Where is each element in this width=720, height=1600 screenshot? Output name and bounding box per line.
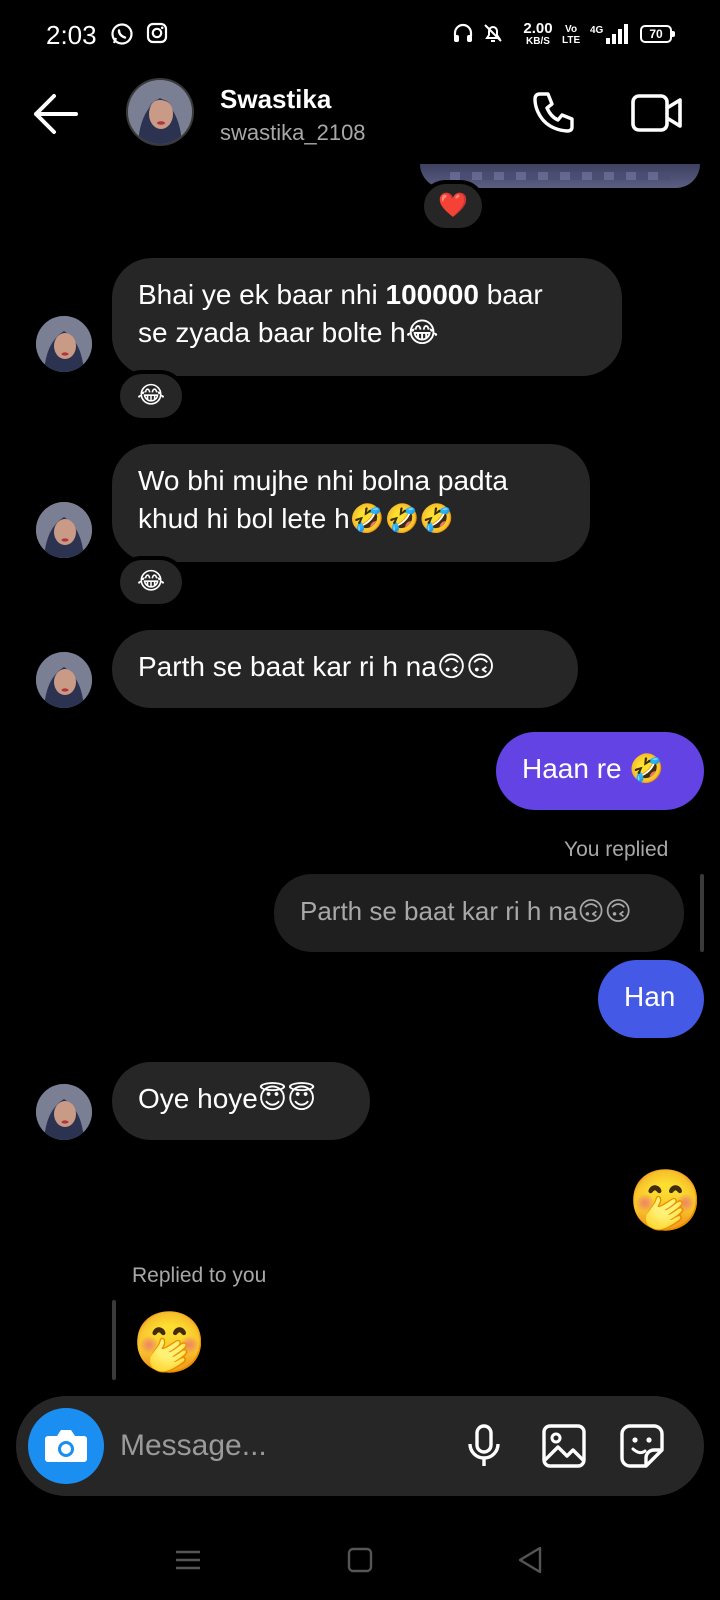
back-button[interactable]	[30, 90, 84, 138]
quote-bar	[112, 1300, 116, 1380]
back-arrow-icon	[34, 94, 78, 134]
sender-avatar[interactable]	[36, 316, 92, 372]
quoted-emoji[interactable]: 🤭	[132, 1308, 207, 1378]
bell-muted-icon	[482, 22, 504, 49]
phone-icon	[533, 92, 574, 133]
contact-username[interactable]: swastika_2108	[220, 120, 366, 146]
camera-button[interactable]	[28, 1408, 104, 1484]
camera-icon	[45, 1430, 87, 1462]
message-input[interactable]	[120, 1420, 440, 1472]
received-message[interactable]: Bhai ye ek baar nhi 100000 baar se zyada…	[112, 258, 622, 376]
laugh-reaction[interactable]: 😂	[116, 370, 186, 422]
video-camera-icon	[631, 94, 682, 132]
sent-message[interactable]: Han	[598, 960, 704, 1038]
quoted-message[interactable]: Parth se baat kar ri h na🙃🙃	[274, 874, 684, 952]
message-composer	[16, 1396, 704, 1496]
received-message[interactable]: Parth se baat kar ri h na🙃🙃	[112, 630, 578, 708]
network-speed: 2.00 KB/S	[523, 20, 553, 47]
svg-text:4G: 4G	[590, 25, 604, 36]
video-call-button[interactable]	[630, 92, 684, 134]
voice-call-button[interactable]	[530, 88, 578, 136]
heart-reaction[interactable]: ❤️	[420, 180, 486, 232]
microphone-icon	[468, 1424, 500, 1466]
home-icon[interactable]	[344, 1544, 376, 1576]
signal-icon: 4G	[590, 22, 630, 51]
you-replied-label: You replied	[564, 838, 669, 861]
microphone-button[interactable]	[460, 1422, 508, 1470]
laugh-reaction[interactable]: 😂	[116, 556, 186, 608]
sticker-button[interactable]	[618, 1422, 666, 1470]
sent-message[interactable]: Haan re 🤣	[496, 732, 704, 810]
battery-indicator: 70	[640, 25, 675, 43]
volte-indicator: Vo LTE	[562, 24, 581, 46]
whatsapp-icon	[110, 22, 134, 51]
sent-emoji[interactable]: 🤭	[628, 1166, 703, 1236]
gallery-button[interactable]	[540, 1422, 588, 1470]
image-icon	[542, 1424, 586, 1468]
contact-avatar[interactable]	[126, 78, 194, 146]
contact-name[interactable]: Swastika	[220, 84, 331, 115]
sender-avatar[interactable]	[36, 1084, 92, 1140]
status-bar: 2:03 2.00 KB/S Vo LTE 4G 70	[0, 0, 720, 70]
instagram-icon	[146, 22, 168, 49]
status-time: 2:03	[46, 20, 97, 50]
menu-icon[interactable]	[172, 1544, 204, 1576]
replied-to-you-label: Replied to you	[132, 1264, 267, 1287]
sender-avatar[interactable]	[36, 502, 92, 558]
system-nav-bar	[0, 1520, 720, 1600]
received-message[interactable]: Wo bhi mujhe nhi bolna padta khud hi bol…	[112, 444, 590, 562]
sticker-icon	[620, 1424, 664, 1468]
quote-bar	[700, 874, 704, 952]
headphones-icon	[452, 22, 474, 49]
received-message[interactable]: Oye hoye😇😇	[112, 1062, 370, 1140]
chat-header: Swastika swastika_2108	[0, 70, 720, 170]
sender-avatar[interactable]	[36, 652, 92, 708]
back-nav-icon[interactable]	[514, 1544, 546, 1576]
